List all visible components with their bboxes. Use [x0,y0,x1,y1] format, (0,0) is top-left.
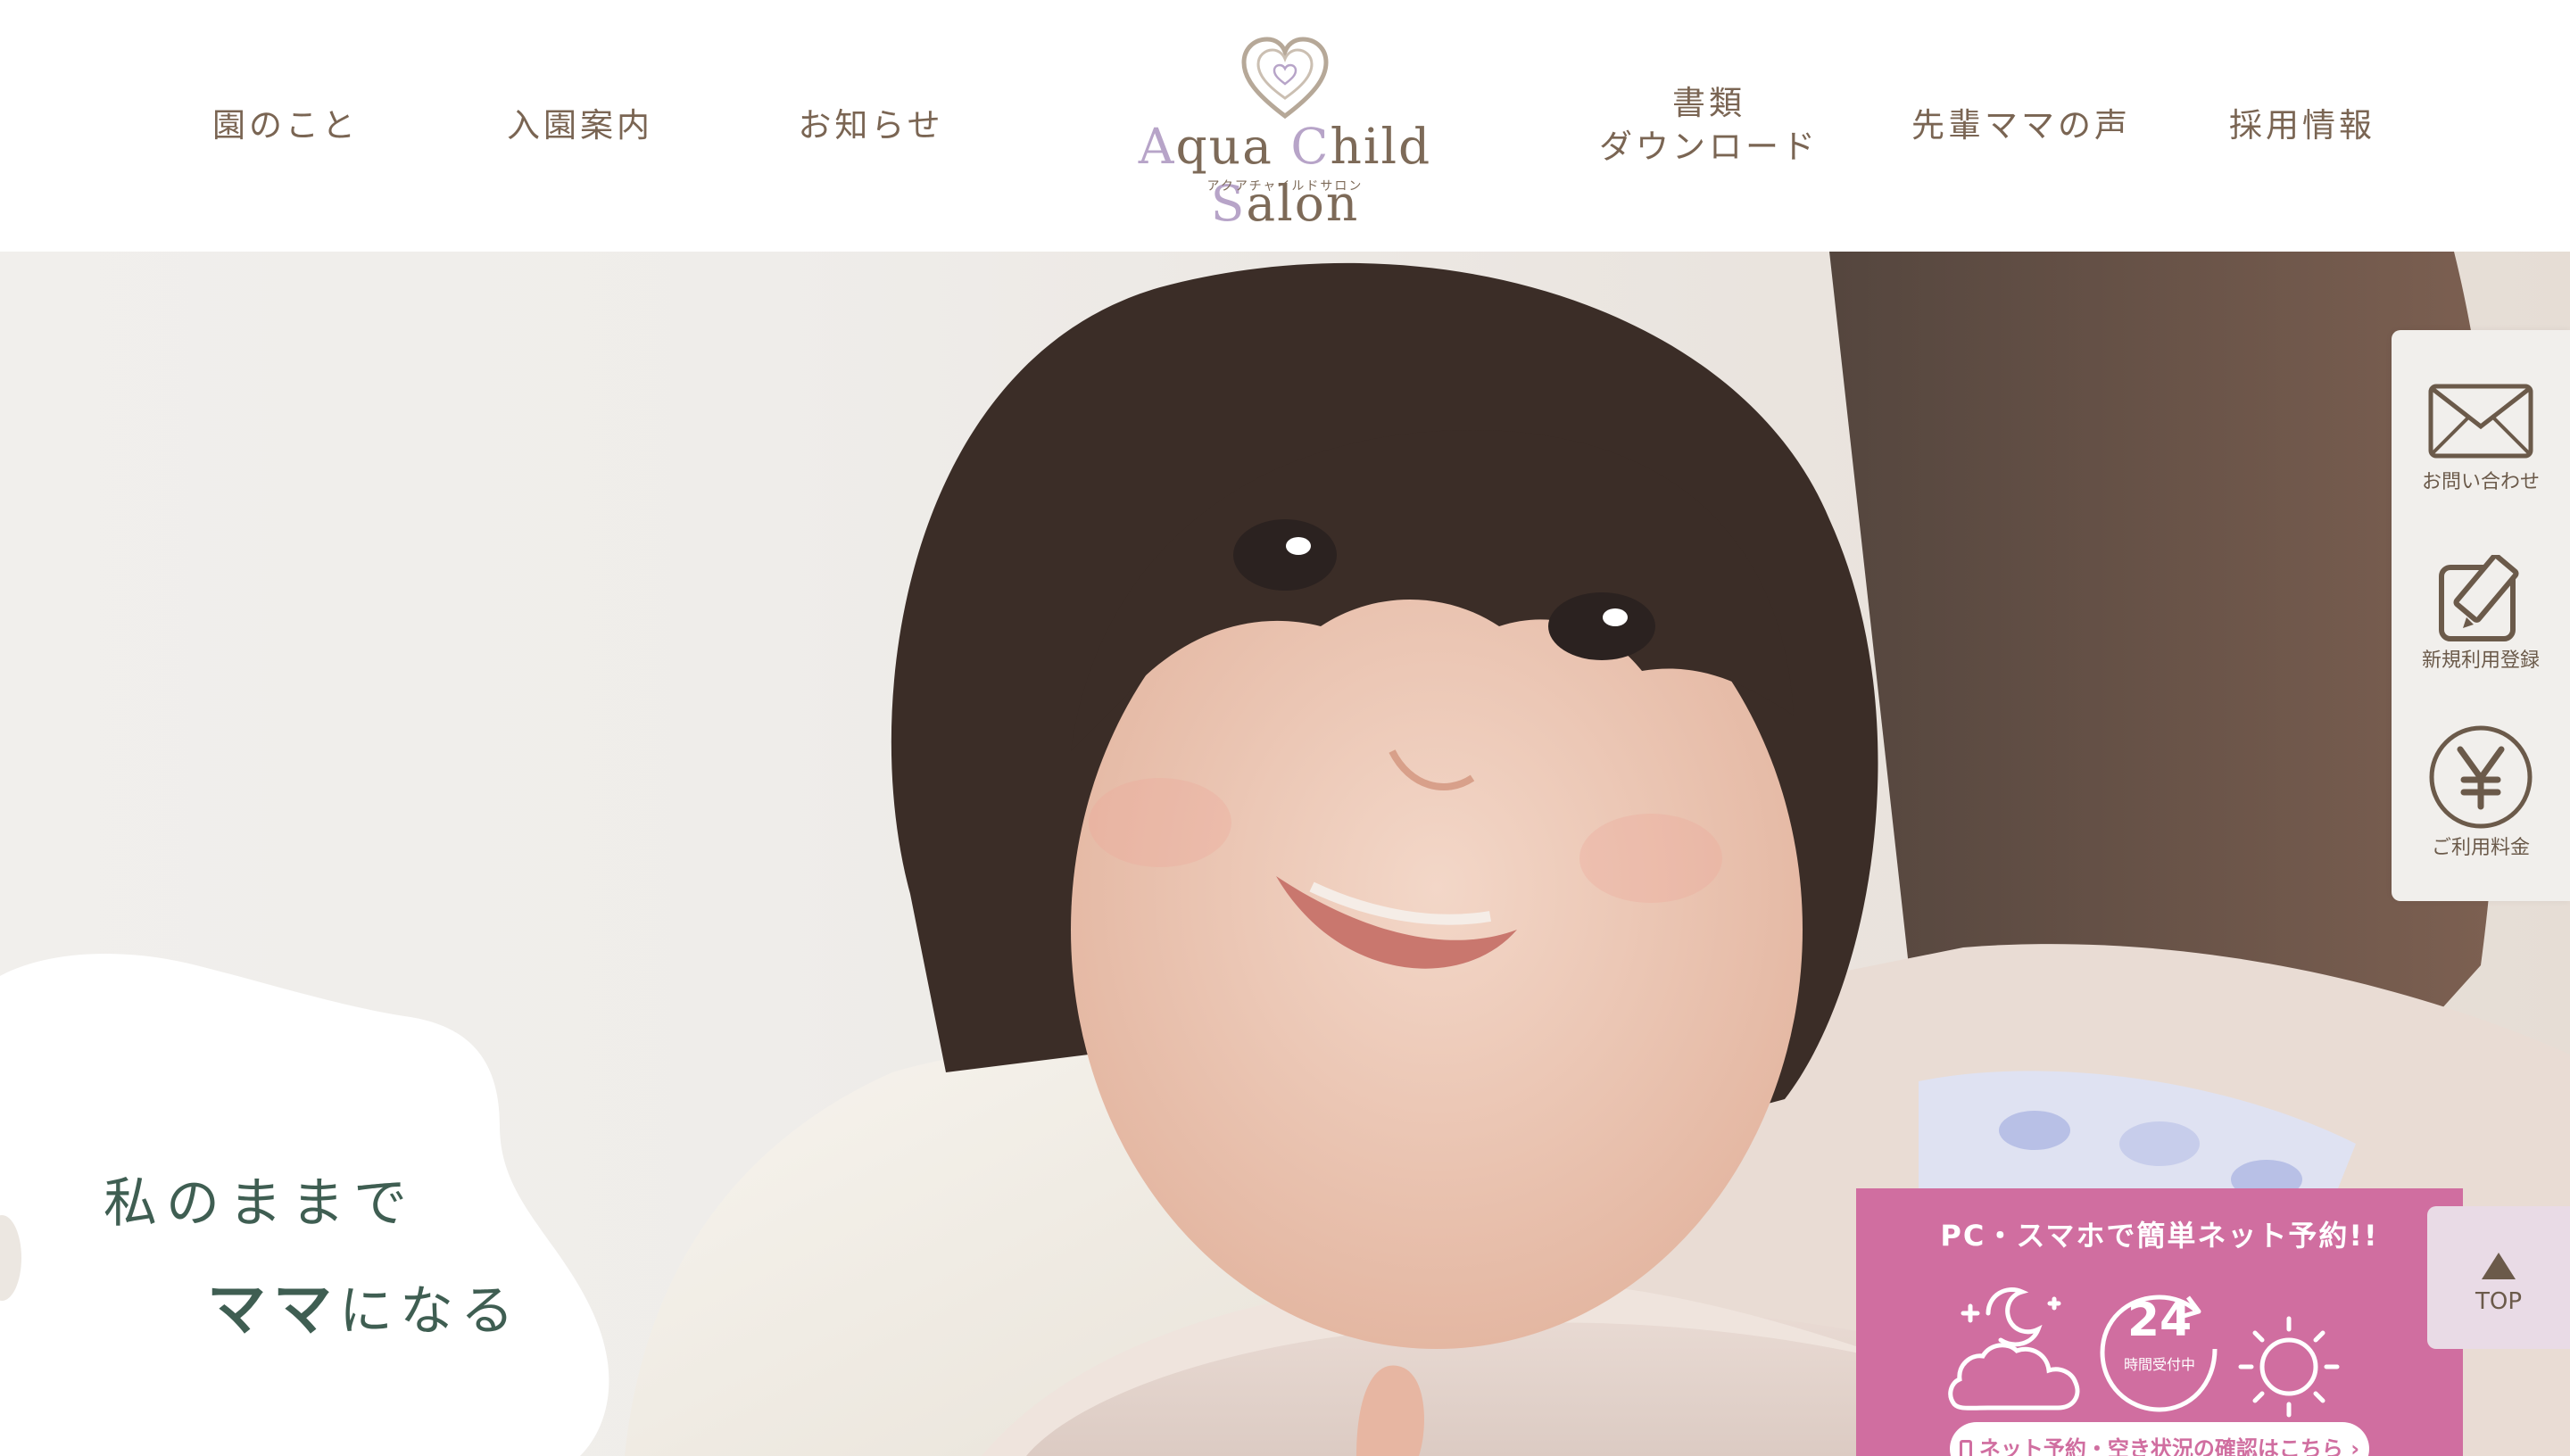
side-fee-label: ご利用料金 [2431,837,2530,859]
nav-downloads-line1: 書類 [1672,84,1745,123]
hero-tagline-line1: 私のままで [104,1172,416,1235]
side-fee-button[interactable]: ご利用料金 [2392,687,2570,865]
back-to-top-label: TOP [2475,1288,2523,1315]
nav-downloads-line2: ダウンロード [1599,128,1819,166]
hero-tagline-rest: になる [339,1280,521,1343]
sun-icon [2238,1316,2340,1418]
arrow-up-icon [2482,1253,2516,1279]
nav-recruit[interactable]: 採用情報 [2213,0,2392,252]
side-contact-button[interactable]: お問い合わせ [2392,330,2570,509]
nav-admission-label: 入園案内 [507,105,653,145]
nav-voices-label: 先輩ママの声 [1911,105,2131,145]
hero-tagline-emphasis: ママ [207,1275,339,1344]
side-menu: お問い合わせ 新規利用登録 ご利用料金 [2392,330,2570,901]
nav-voices[interactable]: 先輩ママの声 [1901,0,2142,252]
side-contact-label: お問い合わせ [2421,471,2540,493]
nav-downloads[interactable]: 書類 ダウンロード [1588,0,1829,252]
side-register-label: 新規利用登録 [2421,649,2540,672]
reservation-title: PC・スマホで簡単ネット予約!! [1940,1219,2379,1253]
back-to-top-button[interactable]: TOP [2427,1206,2570,1349]
edit-icon [2439,555,2519,641]
yen-icon [2429,725,2533,829]
envelope-icon [2428,384,2533,459]
nav-news-label: お知らせ [798,105,944,145]
nav-about-label: 園のこと [212,105,359,145]
site-logo[interactable]: Aqua Child Salon アクアチャイルドサロン [1089,32,1481,232]
nav-recruit-label: 採用情報 [2229,105,2375,145]
nav-admission[interactable]: 入園案内 [491,0,669,252]
logo-subtitle: アクアチャイルドサロン [1206,179,1364,194]
nav-about[interactable]: 園のこと [196,0,375,252]
logo-title: Aqua Child Salon [1138,118,1432,232]
side-register-button[interactable]: 新規利用登録 [2392,509,2570,687]
nav-news[interactable]: お知らせ [782,0,960,252]
reservation-24-number: 24 [2126,1294,2193,1347]
reservation-24-text: 時間受付中 [2123,1356,2195,1373]
site-header: 園のこと 入園案内 お知らせ Aqua Child Salon アクアチャイルド… [0,0,2570,252]
hero-tagline-line2: ママになる [207,1262,521,1347]
reservation-check-label: ネット予約・空き状況の確認はこちら › [1978,1436,2360,1456]
phone-icon [1959,1440,1972,1456]
net-reservation-banner[interactable]: PC・スマホで簡単ネット予約!! 24 時間受付中 ネット予約・空き状況の確認は… [1856,1188,2463,1456]
reservation-check-button[interactable]: ネット予約・空き状況の確認はこちら › [1950,1422,2369,1456]
night-cloud-icon [1948,1287,2080,1410]
heart-logo-icon [1241,37,1329,120]
